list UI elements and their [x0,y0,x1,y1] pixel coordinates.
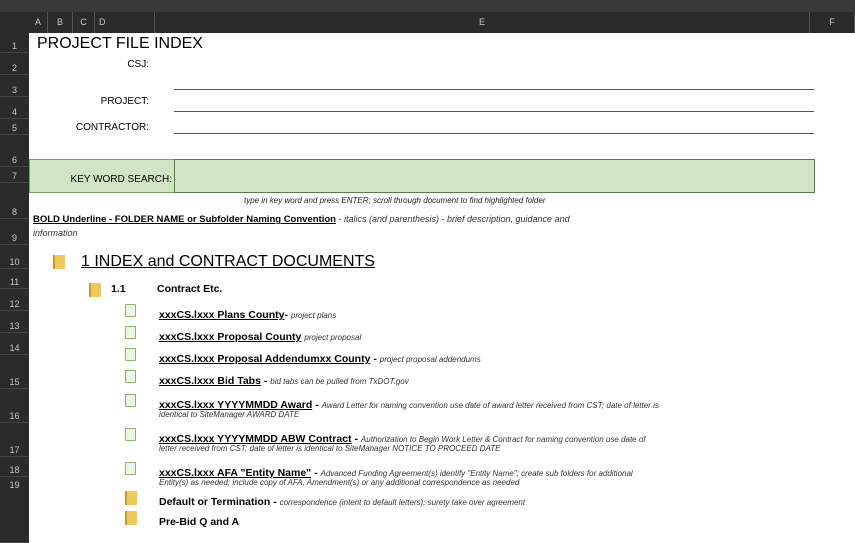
column-header-d[interactable]: D [95,12,155,33]
item-desc: Authorization to Begin Work Letter & Con… [360,435,646,444]
list-item[interactable]: xxxCS.lxxx Bid Tabs - bid tabs can be pu… [159,371,409,389]
document-icon [125,348,136,361]
document-icon [125,428,136,441]
row-header-13[interactable]: 13 [0,311,29,333]
item-desc: bid tabs can be pulled from TxDOT.gov [270,377,409,386]
item-desc-continued: Entity(s) as needed; include copy of AFA… [159,478,520,487]
folder-desc: correspondence (intent to default letter… [279,498,526,507]
row-header-6[interactable]: 6 [0,135,29,167]
folder-icon [53,255,65,269]
row-header-11[interactable]: 11 [0,269,29,289]
item-name: xxxCS.lxxx Proposal Addendumxx County [159,353,371,365]
document-icon [125,370,136,383]
folder-name: Default or Termination [159,496,271,508]
csj-label: CSJ: [127,59,149,70]
row-header-18[interactable]: 18 [0,457,29,477]
contractor-label: CONTRACTOR: [75,122,149,133]
list-item[interactable]: xxxCS.lxxx Proposal County project propo… [159,327,361,345]
document-icon [125,304,136,317]
column-header-b[interactable]: B [48,12,73,33]
project-label: PROJECT: [100,96,149,107]
row-header-10[interactable]: 10 [0,245,29,269]
item-desc: Award Letter for naming convention use d… [321,401,659,410]
project-input-line[interactable] [174,111,814,112]
folder-name: Pre-Bid Q and A [159,516,240,528]
search-hint: type in key word and press ENTER; scroll… [244,196,546,205]
item-name: xxxCS.lxxx Plans County [159,309,285,321]
document-icon [125,326,136,339]
column-headers: A B C D E F [0,12,855,33]
section-1-title[interactable]: 1 INDEX and CONTRACT DOCUMENTS [81,253,375,271]
row-header-16[interactable]: 16 [0,389,29,423]
row-header-1[interactable]: 1 [0,33,29,53]
row-header-7[interactable]: 7 [0,167,29,183]
row-header-19[interactable]: 19 [0,477,29,543]
row-headers: 1 2 3 4 5 6 7 8 9 10 11 12 13 14 15 16 1… [0,33,29,543]
item-desc: Advanced Funding Agreement(s) identify "… [320,469,633,478]
list-item[interactable]: xxxCS.lxxx Proposal Addendumxx County - … [159,349,481,367]
subsection-title[interactable]: Contract Etc. [157,283,222,295]
row-header-14[interactable]: 14 [0,333,29,355]
window-top-bar [0,0,855,12]
legend-bold: BOLD Underline - FOLDER NAME or Subfolde… [33,214,336,225]
contractor-input-line[interactable] [174,133,814,134]
list-item[interactable]: xxxCS.lxxx Plans County- project plans [159,305,336,323]
column-header-c[interactable]: C [73,12,95,33]
row-header-8[interactable]: 8 [0,183,29,219]
row-header-3[interactable]: 3 [0,75,29,97]
folder-icon [89,283,101,297]
page-title: PROJECT FILE INDEX [37,35,203,52]
row-header-5[interactable]: 5 [0,119,29,135]
legend-italic: - italics (and parenthesis) - brief desc… [335,214,570,224]
column-header-f[interactable]: F [810,12,855,33]
folder-icon [125,511,137,525]
row-header-2[interactable]: 2 [0,53,29,75]
subsection-number: 1.1 [111,283,126,295]
worksheet-grid[interactable]: PROJECT FILE INDEX CSJ: PROJECT: CONTRAC… [29,33,855,543]
row-header-4[interactable]: 4 [0,97,29,119]
row-header-15[interactable]: 15 [0,355,29,389]
column-header-a[interactable]: A [29,12,48,33]
item-desc-continued: identical to SiteManager AWARD DATE [159,410,300,419]
legend-line: BOLD Underline - FOLDER NAME or Subfolde… [33,214,570,225]
row-header-17[interactable]: 17 [0,423,29,457]
keyword-search-input[interactable] [174,159,815,193]
keyword-search-label: KEY WORD SEARCH: [70,174,173,185]
csj-input-line[interactable] [174,89,814,90]
folder-icon [125,491,137,505]
row-header-12[interactable]: 12 [0,289,29,311]
item-name: xxxCS.lxxx Proposal County [159,331,302,343]
item-desc: project proposal [304,333,362,342]
item-desc-continued: letter received from CST; date of letter… [159,444,501,453]
column-header-e[interactable]: E [155,12,810,33]
list-item[interactable]: Pre-Bid Q and A [159,512,239,530]
item-name: xxxCS.lxxx Bid Tabs [159,375,261,387]
row-header-9[interactable]: 9 [0,219,29,245]
item-desc: project plans [290,311,337,320]
item-desc: project proposal addendums [379,355,481,364]
list-item[interactable]: Default or Termination - correspondence … [159,492,525,510]
legend-continued: information [33,228,78,238]
document-icon [125,394,136,407]
document-icon [125,462,136,475]
